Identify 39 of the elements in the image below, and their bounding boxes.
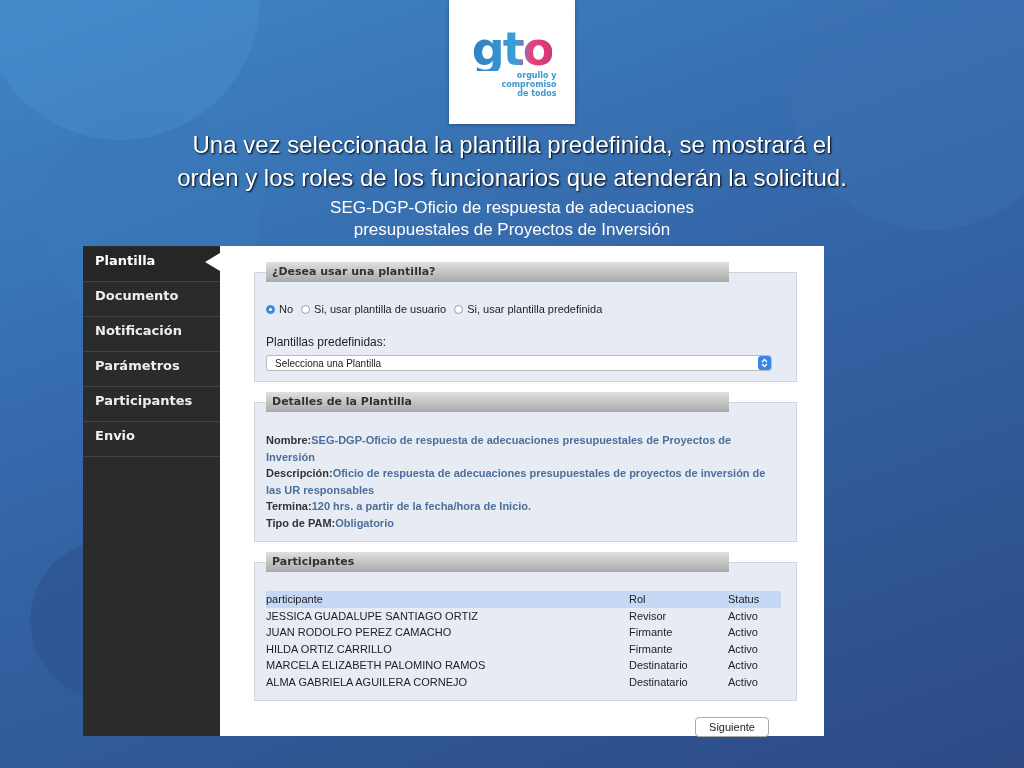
table-cell-text: Destinatario <box>629 659 689 672</box>
panel-header: ¿Desea usar una plantilla? <box>266 262 729 282</box>
detail-field: Nombre:SEG-DGP-Oficio de respuesta de adecuaciones presupuestales de Proyectos de Inversión <box>266 432 778 465</box>
table-cell-text: Activo <box>728 626 759 639</box>
table-cell-text: Activo <box>728 659 759 672</box>
template-select[interactable]: Selecciona una Plantilla <box>266 355 772 371</box>
radio-label: Si, usar plantilla predefinida <box>467 303 603 315</box>
table-cell-text: MARCELA ELIZABETH PALOMINO RAMOS <box>266 659 487 672</box>
table-cell-text: ALMA GABRIELA AGUILERA CORNEJO <box>266 675 469 688</box>
table-cell-text: HILDA ORTIZ CARRILLO <box>266 642 393 655</box>
slide-heading: Una vez seleccionada la plantilla predefinida, se mostrará el orden y los roles de los funcionarios que atenderán la solicitud. <box>177 130 847 193</box>
column-header: Rol <box>629 593 647 606</box>
table-cell-text: JESSICA GUADALUPE SANTIAGO ORTIZ <box>266 609 479 622</box>
detail-field: Descripción:Oficio de respuesta de adecuaciones presupuestales de proyectos de inversión de las UR responsables <box>266 465 778 498</box>
radio-label: No <box>279 303 294 315</box>
sidebar-item[interactable]: Plantilla <box>83 247 220 282</box>
select-label: Plantillas predefinidas: <box>266 335 388 349</box>
column-header: participante <box>266 593 324 606</box>
table-cell-text: Firmante <box>629 642 674 655</box>
detail-field: Termina:120 hrs. a partir de la fecha/hora de Inicio. <box>266 498 778 515</box>
logo-tagline: orgullo y compromiso de todos <box>501 70 557 98</box>
table-cell-text: Revisor <box>629 609 668 622</box>
column-header: Status <box>728 593 761 606</box>
table-cell-text: Firmante <box>629 626 674 639</box>
radio-button[interactable] <box>266 304 275 314</box>
detail-field: Tipo de PAM:Obligatorio <box>266 514 778 531</box>
table-cell-text: Activo <box>728 642 759 655</box>
panel-header: Detalles de la Plantilla <box>266 392 729 412</box>
slide-subheading: SEG-DGP-Oficio de respuesta de adecuaciones presupuestales de Proyectos de Inversión <box>330 197 694 241</box>
radio-button[interactable] <box>301 304 311 314</box>
table-cell-text: Activo <box>728 675 759 688</box>
radio-label: Si, usar plantilla de usuario <box>314 303 447 315</box>
table-cell-text: Destinatario <box>629 675 689 688</box>
table-cell-text: Activo <box>728 609 759 622</box>
table-cell-text: JUAN RODOLFO PEREZ CAMACHO <box>266 626 453 639</box>
radio-button[interactable] <box>454 304 464 314</box>
stepper-icon <box>758 356 771 370</box>
panel-header: Participantes <box>266 552 729 572</box>
next-button[interactable]: Siguiente <box>695 717 769 737</box>
